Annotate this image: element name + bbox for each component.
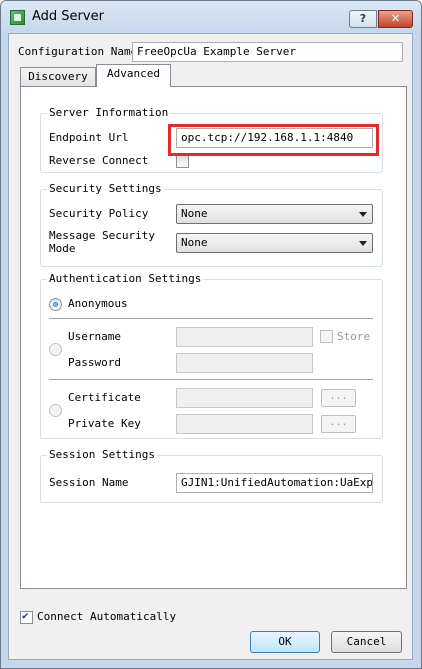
- message-security-mode-label-line2: Mode: [49, 242, 76, 255]
- password-input[interactable]: [176, 353, 313, 373]
- ok-button[interactable]: OK: [250, 631, 320, 653]
- help-button[interactable]: ?: [349, 10, 377, 28]
- store-label: Store: [337, 330, 371, 343]
- close-button[interactable]: ✕: [378, 10, 413, 28]
- anonymous-radio[interactable]: [49, 298, 62, 311]
- cancel-button[interactable]: Cancel: [331, 631, 402, 653]
- private-key-label: Private Key: [68, 417, 141, 430]
- security-policy-label: Security Policy: [49, 207, 149, 220]
- message-security-mode-label-line1: Message Security: [49, 229, 155, 242]
- password-label: Password: [68, 356, 121, 369]
- authentication-settings-group: Authentication Settings Anonymous Userna…: [40, 272, 383, 439]
- security-settings-title: Security Settings: [47, 182, 164, 195]
- message-security-mode-select[interactable]: None: [176, 233, 373, 253]
- session-settings-group: Session Settings Session Name GJIN1:Unif…: [40, 448, 383, 503]
- store-checkbox[interactable]: [320, 330, 333, 343]
- title-bar[interactable]: Add Server ? ✕: [1, 1, 421, 33]
- checkmark-icon: ✔: [22, 609, 29, 622]
- chevron-down-icon: [359, 241, 367, 246]
- connect-automatically-label: Connect Automatically: [37, 610, 177, 623]
- connect-automatically-checkbox[interactable]: ✔: [20, 609, 33, 624]
- session-name-label: Session Name: [49, 476, 129, 489]
- certificate-radio[interactable]: [49, 404, 62, 417]
- chevron-down-icon: [359, 212, 367, 217]
- message-security-mode-value: None: [181, 236, 208, 249]
- divider: [49, 318, 373, 319]
- security-policy-select[interactable]: None: [176, 204, 373, 224]
- tab-advanced[interactable]: Advanced: [96, 64, 171, 87]
- configuration-name-label: Configuration Name: [18, 45, 138, 58]
- anonymous-label: Anonymous: [68, 297, 128, 310]
- configuration-name-input[interactable]: FreeOpcUa Example Server: [132, 42, 403, 62]
- username-label: Username: [68, 330, 121, 343]
- app-icon: [10, 10, 25, 25]
- username-input[interactable]: [176, 327, 313, 347]
- security-settings-group: Security Settings Security Policy None M…: [40, 182, 383, 267]
- certificate-browse-button[interactable]: ...: [321, 389, 356, 407]
- window-title: Add Server: [32, 9, 104, 24]
- certificate-input[interactable]: [176, 388, 313, 408]
- divider: [49, 379, 373, 380]
- private-key-browse-button[interactable]: ...: [321, 415, 356, 433]
- add-server-dialog: Add Server ? ✕ Configuration Name FreeOp…: [0, 0, 422, 669]
- reverse-connect-checkbox[interactable]: [176, 155, 189, 168]
- advanced-tab-panel: Server Information Endpoint Url opc.tcp:…: [20, 86, 407, 589]
- username-radio[interactable]: [49, 343, 62, 356]
- session-settings-title: Session Settings: [47, 448, 157, 461]
- private-key-input[interactable]: [176, 414, 313, 434]
- endpoint-url-highlight-box: [168, 124, 379, 156]
- session-name-input[interactable]: GJIN1:UnifiedAutomation:UaExpert: [176, 473, 373, 493]
- authentication-settings-title: Authentication Settings: [47, 272, 204, 285]
- security-policy-value: None: [181, 207, 208, 220]
- reverse-connect-label: Reverse Connect: [49, 154, 149, 167]
- tab-discovery[interactable]: Discovery: [20, 67, 96, 87]
- server-information-title: Server Information: [47, 106, 171, 119]
- endpoint-url-label: Endpoint Url: [49, 131, 129, 144]
- certificate-label: Certificate: [68, 391, 141, 404]
